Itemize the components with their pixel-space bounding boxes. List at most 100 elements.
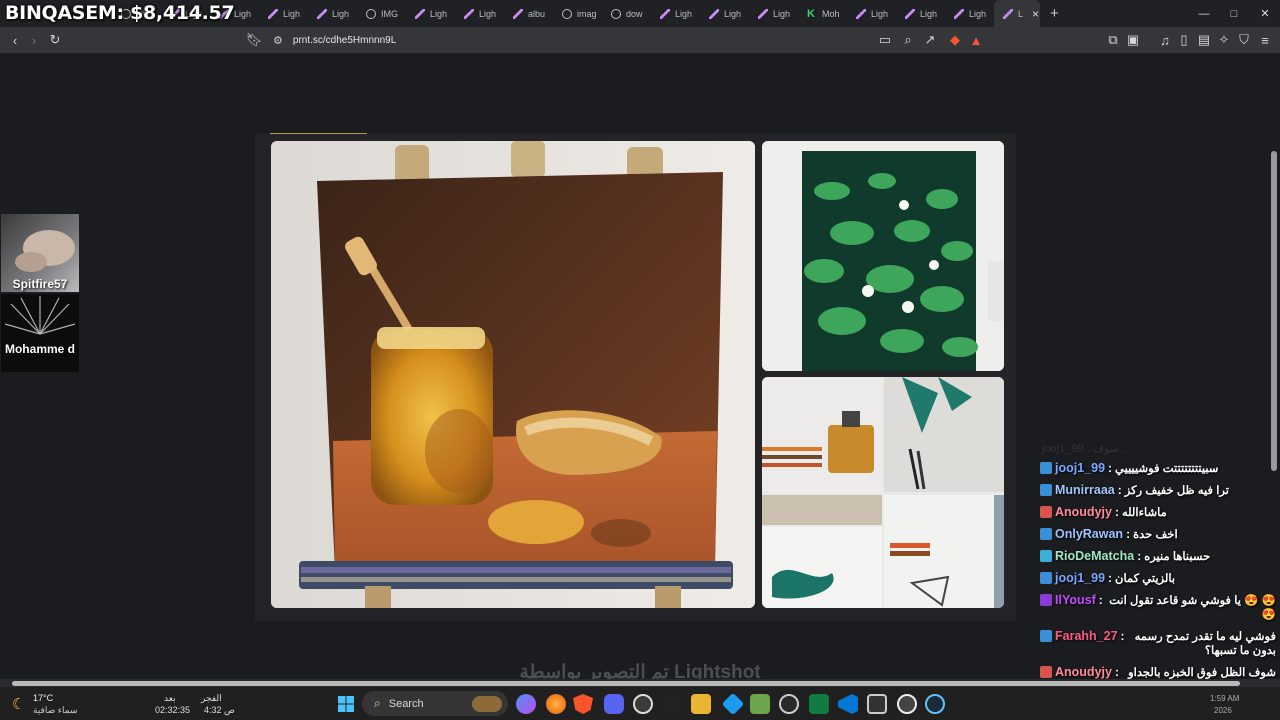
browser-tab[interactable]: Ligh — [700, 0, 749, 27]
brave-rewards-icon[interactable]: ▲ — [967, 31, 985, 49]
browser-tab[interactable]: K Moh — [798, 0, 847, 27]
weather-temp: 17°C — [33, 693, 54, 703]
browser-toolbar: ‹ › ↻ 🔖︎ ⚙︎ prnt.sc/cdhe5Hmnnn9L ▭ ⌕ ↗ ◆… — [0, 27, 1280, 53]
minecraft-icon[interactable] — [750, 694, 770, 714]
tab-label: albu — [528, 8, 546, 19]
chatgpt-icon[interactable] — [897, 694, 917, 714]
chat-message: Farahh_27: فوشي ليه ما تقدر تمدح رسمه بدو… — [1036, 625, 1280, 661]
chat-username: Anoudyjy — [1055, 665, 1112, 679]
webcam-name: Mohamme d — [4, 342, 75, 356]
chat-separator: : — [1114, 505, 1119, 519]
feather-icon — [709, 8, 719, 19]
screenshot-extension-icon[interactable]: ▣ — [1124, 31, 1142, 49]
vertical-scroll-thumb[interactable] — [1271, 151, 1277, 471]
chat-separator: : — [1098, 593, 1103, 607]
zoom-icon[interactable]: ⌕ — [899, 31, 917, 49]
address-bar[interactable]: ⚙︎ prnt.sc/cdhe5Hmnnn9L — [273, 31, 396, 49]
prayer-label: بعد — [164, 693, 176, 703]
chat-text: فوشي ليه ما تقدر تمدح رسمه بدون ما تسبها… — [1134, 631, 1276, 657]
excel-icon[interactable] — [809, 694, 829, 714]
reload-icon[interactable]: ↻ — [46, 31, 64, 49]
search-icon: ⌕ — [374, 696, 381, 710]
moon-weather-icon: ☾ — [12, 696, 26, 713]
browser-tab[interactable]: Ligh — [308, 0, 357, 27]
discord-icon[interactable] — [604, 694, 624, 714]
horizontal-scroll-thumb[interactable] — [12, 681, 1240, 686]
extensions-icon[interactable]: ⧉ — [1104, 31, 1122, 49]
feather-icon — [954, 8, 964, 19]
maximize-button[interactable]: □ — [1218, 0, 1250, 27]
browser-tab[interactable]: Ligh — [896, 0, 945, 27]
close-tab-icon[interactable]: × — [1032, 7, 1039, 21]
browser-tab[interactable]: IMG — [357, 0, 406, 27]
steam-icon[interactable] — [925, 694, 945, 714]
chat-separator: : — [1108, 461, 1113, 475]
tab-label: Ligh — [773, 8, 791, 19]
music-icon[interactable]: ♫ — [1156, 31, 1174, 49]
tab-label: imag — [577, 8, 597, 19]
brave-shield-icon[interactable]: ◆ — [946, 31, 964, 49]
feather-icon — [758, 8, 768, 19]
bookmark-icon[interactable]: 🔖︎ — [245, 31, 263, 49]
share-icon[interactable]: ↗ — [921, 31, 939, 49]
leo-ai-icon[interactable]: ✧ — [1215, 31, 1233, 49]
browser-tab[interactable]: dow — [602, 0, 651, 27]
streamer-balance-overlay: BINQASEM: $8,414.57 — [5, 2, 235, 24]
globe-icon — [366, 8, 376, 19]
horizontal-scrollbar[interactable] — [0, 679, 1280, 687]
brave-icon[interactable] — [573, 694, 593, 714]
search-highlight-icon — [472, 695, 502, 712]
webcam-spitfire: Spitfire57 — [1, 214, 79, 292]
feather-icon — [317, 8, 327, 19]
browser-tab[interactable]: Ligh — [455, 0, 504, 27]
browser-tab[interactable]: albu — [504, 0, 553, 27]
tab-label: Ligh — [332, 8, 350, 19]
capcut-icon[interactable] — [867, 694, 887, 714]
epic-icon[interactable] — [662, 694, 682, 714]
chat-username: OnlyRawan — [1055, 527, 1124, 541]
menu-icon[interactable]: ≡ — [1256, 31, 1274, 49]
windows-start-icon[interactable] — [336, 694, 356, 714]
feather-icon — [464, 8, 474, 19]
browser-tab[interactable]: Ligh — [259, 0, 308, 27]
screen-icon[interactable]: ▭ — [876, 31, 894, 49]
chat-text: ترا فيه ظل خفيف ركز — [1124, 485, 1229, 497]
weather-desc: سماء صافية — [33, 705, 78, 715]
sidebar-icon[interactable]: ▯ — [1175, 31, 1193, 49]
browser-tab[interactable]: imag — [553, 0, 602, 27]
chat-text: 😍 😍 يا فوشي شو قاعد تقول انت 😍 — [1109, 595, 1276, 621]
browser-tab[interactable]: Ligh — [406, 0, 455, 27]
telegram-icon[interactable] — [721, 692, 745, 716]
tab-label: Ligh — [969, 8, 987, 19]
app-icon[interactable] — [779, 694, 799, 714]
taskbar-search[interactable]: ⌕ Search — [362, 691, 508, 716]
chat-text: ماشاءالله — [1121, 507, 1167, 519]
vscode-icon[interactable] — [838, 694, 858, 714]
obs-icon[interactable] — [633, 694, 653, 714]
new-tab-button[interactable]: + — [1050, 5, 1059, 22]
tune-icon[interactable]: ⚙︎ — [273, 34, 283, 47]
copilot-icon[interactable] — [516, 694, 536, 714]
firefox-icon[interactable] — [546, 694, 566, 714]
chat-badge-icon — [1040, 484, 1052, 496]
chat-badge-icon — [1040, 462, 1052, 474]
file-explorer-icon[interactable] — [691, 694, 711, 714]
feather-icon — [660, 8, 670, 19]
feather-icon — [268, 8, 278, 19]
browser-tab[interactable]: Ligh — [749, 0, 798, 27]
back-icon[interactable]: ‹ — [6, 31, 24, 49]
browser-tab[interactable]: Ligh — [945, 0, 994, 27]
close-window-button[interactable]: ✕ — [1249, 0, 1280, 27]
browser-tab-active[interactable]: L × — [994, 0, 1040, 27]
minimize-button[interactable]: — — [1188, 0, 1220, 27]
browser-tab[interactable]: Ligh — [651, 0, 700, 27]
tab-label: Ligh — [724, 8, 742, 19]
tab-label: Ligh — [871, 8, 889, 19]
wallet-icon[interactable]: ▤ — [1195, 31, 1213, 49]
vpn-icon[interactable]: ⛉ — [1235, 31, 1253, 49]
chat-message: jooj1_99: سبيتتتتتتتتت فوشييييي — [1036, 457, 1280, 479]
browser-tab[interactable]: Ligh — [847, 0, 896, 27]
screenshot-image[interactable] — [255, 134, 1016, 621]
chat-badge-icon — [1040, 506, 1052, 518]
forward-icon[interactable]: › — [25, 31, 43, 49]
